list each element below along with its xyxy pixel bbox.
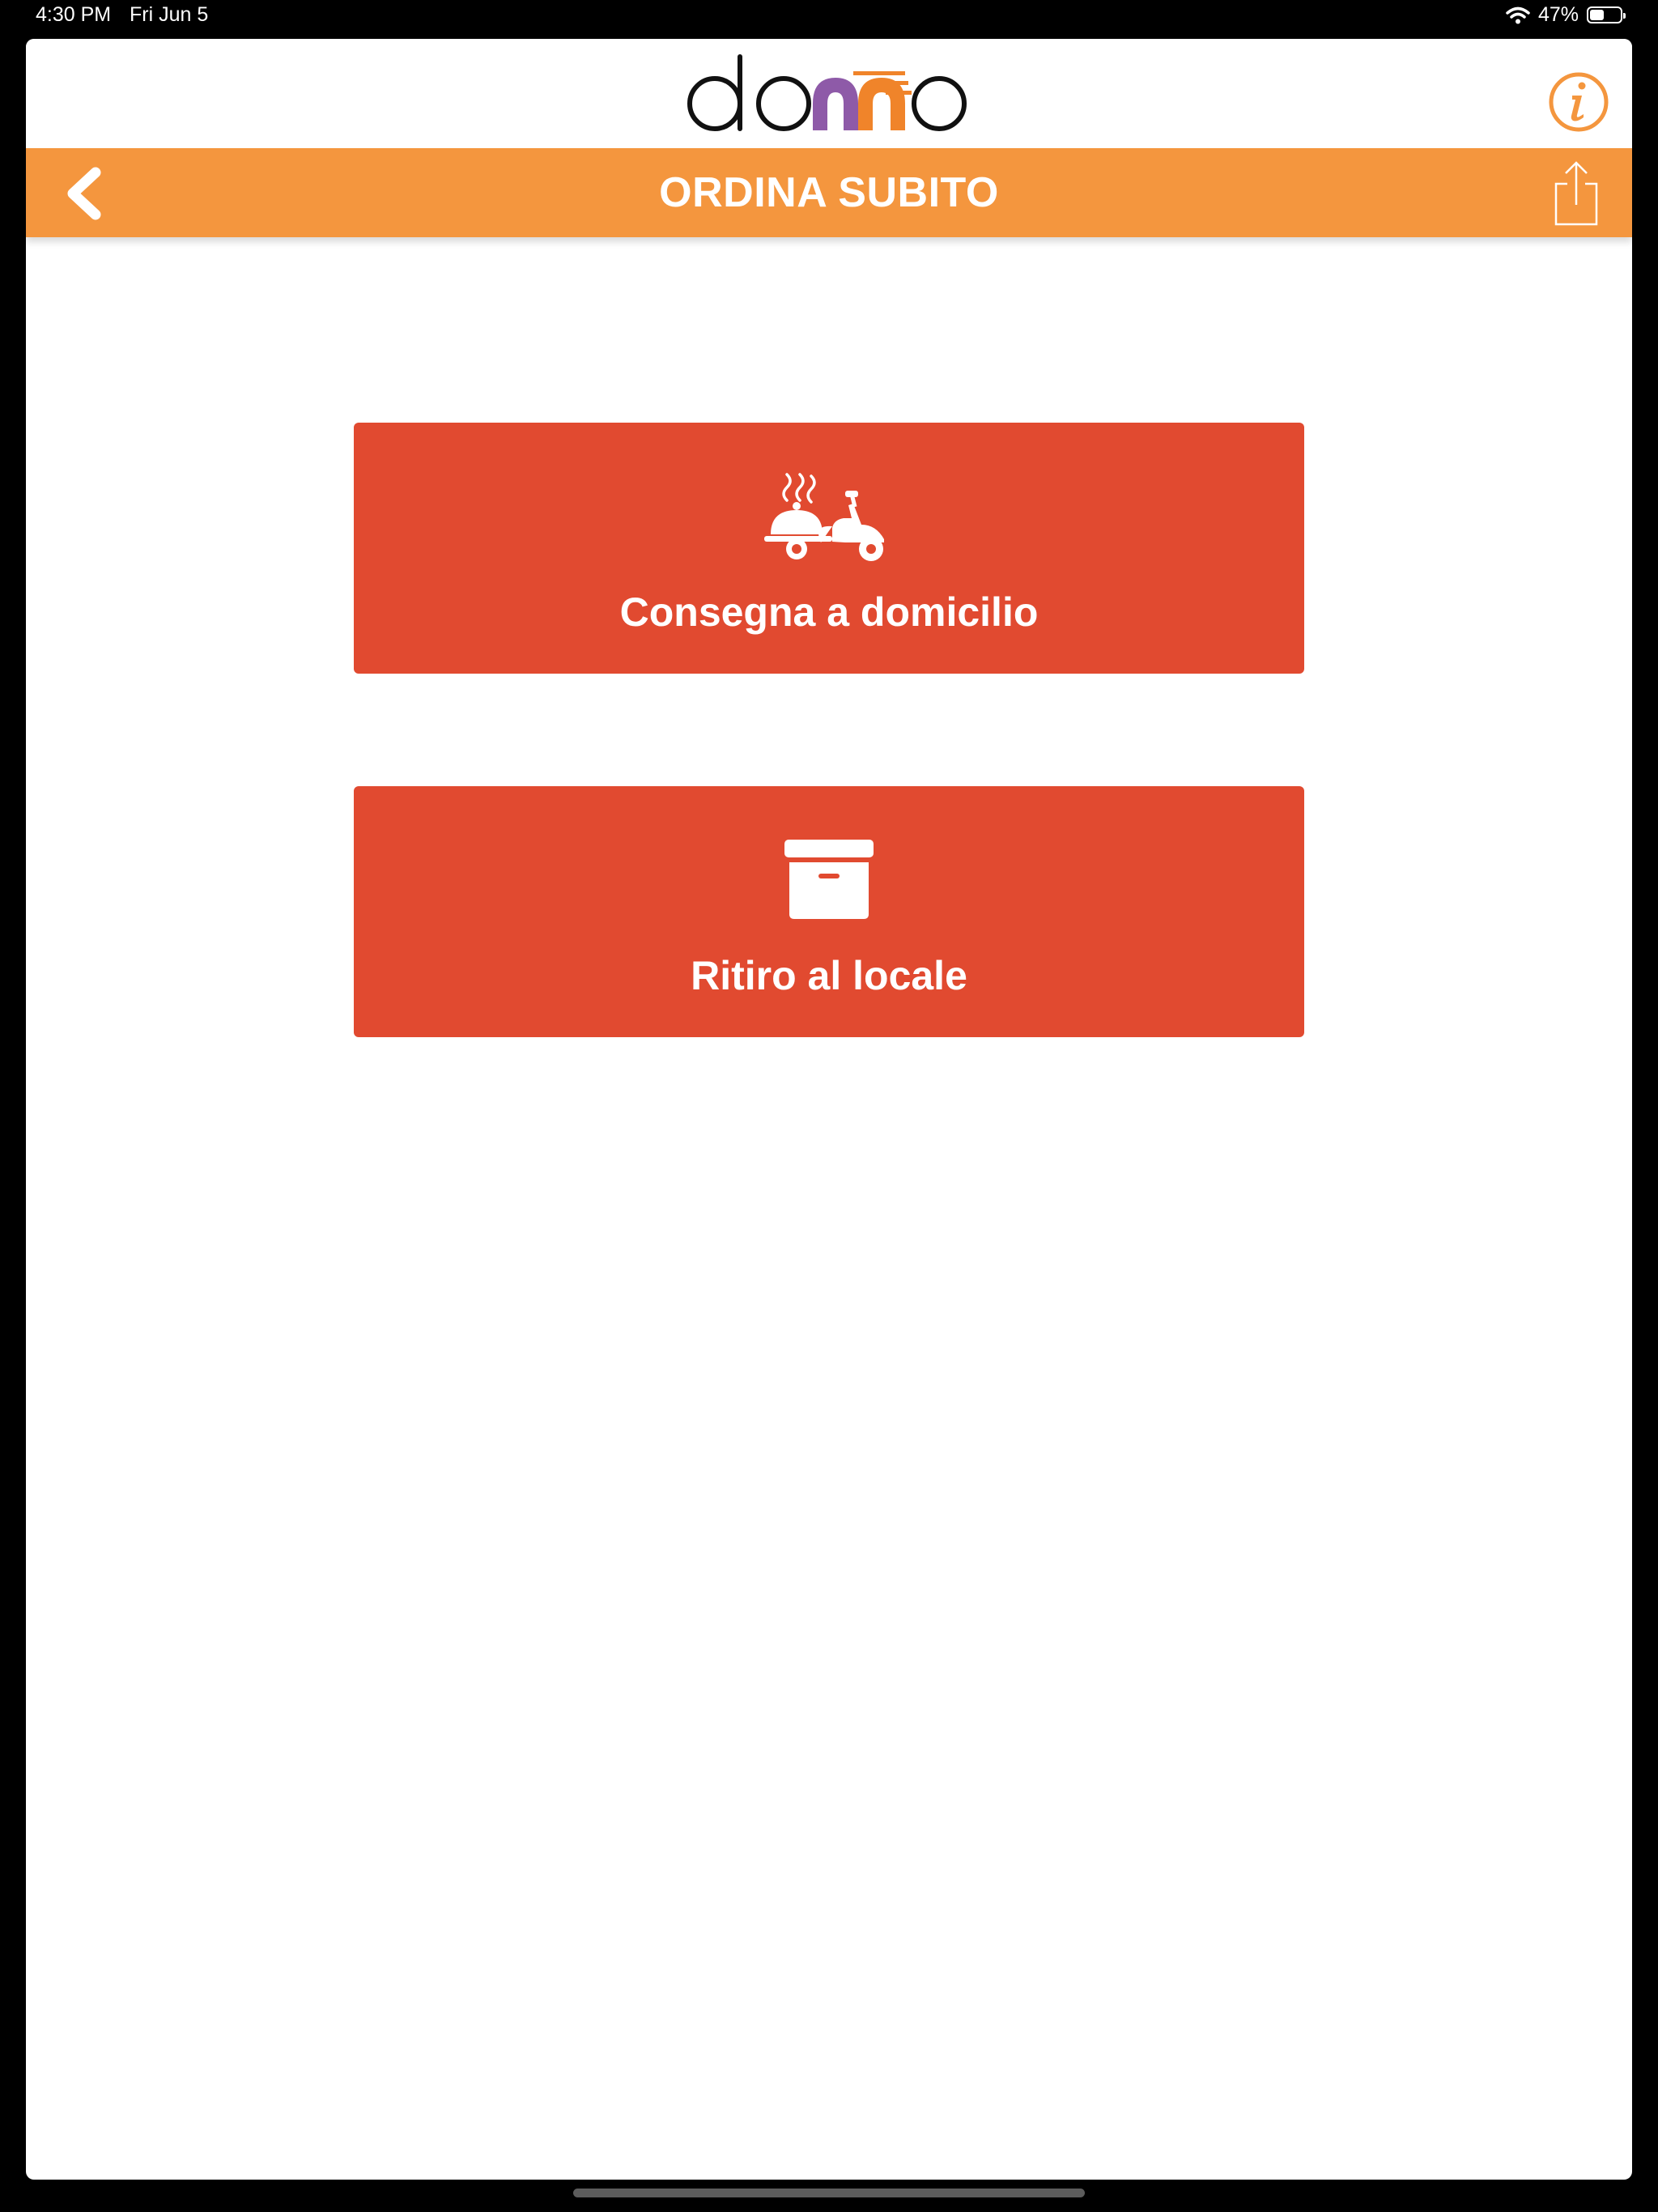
app-window: ORDINA SUBITO Consegna a domicilio Ritir… — [26, 39, 1632, 2180]
delivery-option-label: Consegna a domicilio — [619, 589, 1039, 635]
app-header — [26, 39, 1632, 148]
scooter-delivery-icon — [764, 473, 884, 561]
wifi-icon — [1506, 6, 1530, 23]
archive-box-icon — [784, 840, 874, 919]
delivery-option-button[interactable]: Consegna a domicilio — [354, 423, 1304, 674]
status-time: 4:30 PM — [36, 3, 112, 26]
battery-fill — [1590, 10, 1604, 20]
info-circle-icon[interactable] — [1548, 71, 1609, 133]
navbar: ORDINA SUBITO — [26, 148, 1632, 237]
battery-icon — [1587, 6, 1626, 23]
status-date: Fri Jun 5 — [130, 3, 209, 26]
status-bar: 4:30 PM Fri Jun 5 47% — [0, 0, 1658, 37]
battery-percent: 47% — [1537, 3, 1579, 26]
page-title: ORDINA SUBITO — [659, 169, 999, 216]
pickup-option-button[interactable]: Ritiro al locale — [354, 786, 1304, 1037]
status-indicators: 47% — [1506, 3, 1626, 27]
share-icon[interactable] — [1548, 158, 1605, 229]
battery-tip — [1623, 13, 1626, 19]
home-indicator[interactable] — [573, 2189, 1085, 2197]
domo-logo — [687, 54, 967, 131]
pickup-option-label: Ritiro al locale — [691, 953, 967, 998]
